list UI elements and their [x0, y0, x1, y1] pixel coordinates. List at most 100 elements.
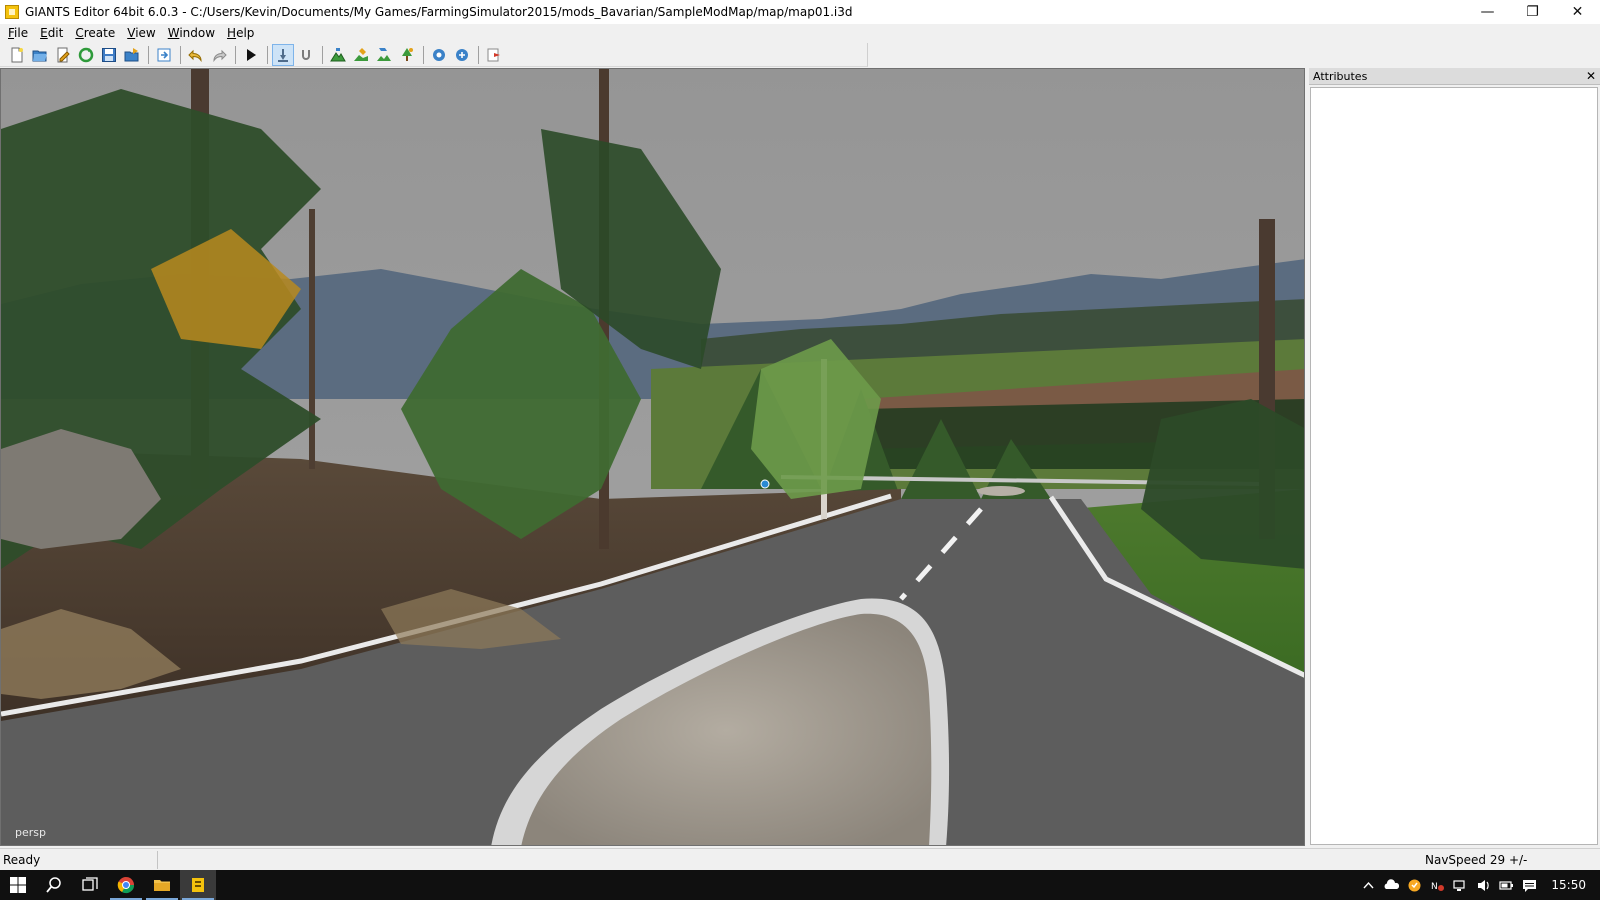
toolbar-separator: [423, 45, 424, 64]
foliage-paint-icon: [377, 47, 391, 61]
script-button[interactable]: [428, 44, 450, 66]
redo-button[interactable]: [208, 44, 230, 66]
menu-view-accel: V: [127, 26, 136, 40]
tray-chevron-icon: [1363, 881, 1374, 888]
terrain-sculpt-button[interactable]: [327, 44, 349, 66]
tray-overflow-button[interactable]: [1357, 870, 1380, 900]
magnet-button[interactable]: [295, 44, 317, 66]
menu-view[interactable]: View: [121, 24, 161, 43]
open-folder-icon: [32, 50, 47, 61]
status-text: Ready: [0, 850, 158, 869]
3d-viewport[interactable]: persp: [0, 68, 1305, 846]
window-controls: — ❐ ✕: [1465, 0, 1600, 24]
attributes-content[interactable]: [1310, 87, 1598, 845]
magnet-icon: [302, 49, 310, 60]
menu-help-label: elp: [236, 26, 255, 40]
undo-icon: [188, 49, 202, 62]
toolbar-separator: [322, 45, 323, 64]
exit-button[interactable]: [483, 44, 505, 66]
attributes-title: Attributes: [1313, 69, 1368, 83]
play-icon: [247, 48, 256, 61]
open-button[interactable]: [29, 44, 51, 66]
refresh-icon: [78, 47, 94, 62]
terrain-paint-button[interactable]: [350, 44, 372, 66]
play-button[interactable]: [240, 44, 262, 66]
battery-icon: [1499, 880, 1514, 890]
menu-window-accel: W: [167, 26, 180, 40]
new-file-button[interactable]: [6, 44, 28, 66]
edit-file-button[interactable]: [52, 44, 74, 66]
toolbar-separator: [148, 45, 149, 64]
menu-create-label: reate: [83, 26, 116, 40]
security-button[interactable]: [1403, 870, 1426, 900]
giants-editor-taskbar-button[interactable]: [180, 870, 216, 900]
window-title: GIANTS Editor 64bit 6.0.3 - C:/Users/Kev…: [25, 5, 853, 19]
import-icon: [157, 48, 171, 61]
giants-editor-window: GIANTS Editor 64bit 6.0.3 - C:/Users/Kev…: [0, 0, 1600, 900]
network-icon: [1453, 879, 1466, 891]
script-icon: [433, 48, 445, 61]
title-bar[interactable]: GIANTS Editor 64bit 6.0.3 - C:/Users/Kev…: [0, 0, 1600, 24]
task-view-button[interactable]: [72, 870, 108, 900]
search-button[interactable]: [36, 870, 72, 900]
minimize-button[interactable]: —: [1465, 0, 1510, 24]
save-button[interactable]: [98, 44, 120, 66]
import-button[interactable]: [153, 44, 175, 66]
menu-help[interactable]: Help: [221, 24, 260, 43]
toolbar-separator: [235, 45, 236, 64]
toolbar-separator: [180, 45, 181, 64]
language-icon: N: [1431, 882, 1445, 892]
object-gizmo[interactable]: [760, 479, 770, 489]
giants-editor-icon: [192, 878, 204, 892]
script-settings-icon: [456, 48, 468, 61]
menu-file[interactable]: File: [2, 24, 34, 43]
menu-edit-accel: E: [40, 26, 48, 40]
tree-paint-button[interactable]: [396, 44, 418, 66]
file-explorer-icon: [154, 880, 170, 891]
action-center-button[interactable]: [1518, 870, 1541, 900]
refresh-button[interactable]: [75, 44, 97, 66]
toolbar-separator: [478, 45, 479, 64]
select-mode-button[interactable]: [272, 43, 294, 66]
exit-icon: [487, 48, 500, 61]
menu-create[interactable]: Create: [69, 24, 121, 43]
menu-help-accel: H: [227, 26, 237, 40]
redo-icon: [213, 49, 227, 62]
language-button[interactable]: N: [1426, 870, 1449, 900]
volume-button[interactable]: [1472, 870, 1495, 900]
script-settings-button[interactable]: [451, 44, 473, 66]
main-toolbar: [0, 43, 868, 67]
network-button[interactable]: [1449, 870, 1472, 900]
onedrive-button[interactable]: [1380, 870, 1403, 900]
save-icon: [102, 47, 116, 62]
taskbar-clock[interactable]: 15:50: [1541, 878, 1600, 892]
new-file-icon: [11, 47, 23, 62]
save-as-button[interactable]: [121, 44, 143, 66]
onedrive-icon: [1384, 878, 1400, 889]
start-button[interactable]: [0, 870, 36, 900]
menu-view-label: iew: [135, 26, 156, 40]
nav-speed-readout: NavSpeed 29 +/-: [1425, 853, 1528, 867]
maximize-button[interactable]: ❐: [1510, 0, 1555, 24]
file-explorer-taskbar-button[interactable]: [144, 870, 180, 900]
task-view-icon: [82, 877, 98, 891]
menu-edit[interactable]: Edit: [34, 24, 69, 43]
select-mode-icon: [278, 48, 288, 62]
save-as-icon: [124, 47, 139, 61]
tree-trunk: [309, 209, 315, 469]
battery-button[interactable]: [1495, 870, 1518, 900]
far-traffic-island: [977, 486, 1025, 496]
svg-text:N: N: [1431, 882, 1438, 892]
volume-icon: [1478, 879, 1490, 891]
toolbar-separator: [267, 45, 268, 64]
undo-button[interactable]: [185, 44, 207, 66]
windows-start-icon: [10, 877, 26, 893]
attributes-close-icon[interactable]: ✕: [1586, 70, 1596, 82]
menu-window-label: indow: [179, 26, 216, 40]
menu-edit-label: dit: [47, 26, 64, 40]
foliage-paint-button[interactable]: [373, 44, 395, 66]
chrome-taskbar-button[interactable]: [108, 870, 144, 900]
menu-window[interactable]: Window: [162, 24, 221, 43]
system-tray: N 15:50: [1357, 870, 1600, 900]
close-button[interactable]: ✕: [1555, 0, 1600, 24]
